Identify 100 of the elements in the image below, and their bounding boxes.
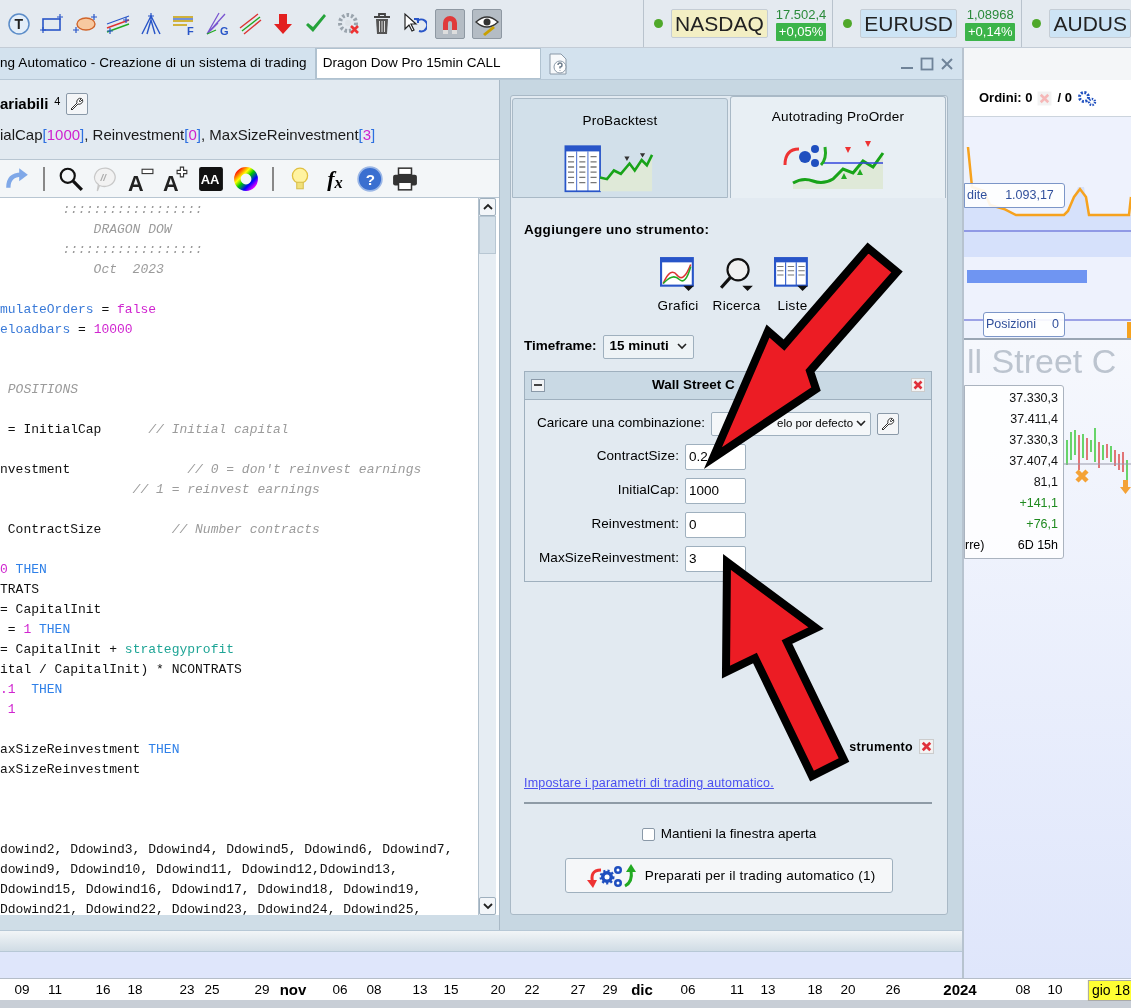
exit-marker-icon xyxy=(1074,468,1090,484)
pitchfork-icon[interactable] xyxy=(139,11,163,36)
window-tab[interactable]: ng Automatico - Creazione di un sistema di trading xyxy=(0,48,316,79)
orders-total: / 0 xyxy=(1057,89,1072,108)
toolbar-toggle-button[interactable] xyxy=(435,8,465,39)
timeframe-label: Timeframe: xyxy=(524,337,597,356)
panel-tab[interactable]: ProBacktest xyxy=(512,98,728,198)
collapse-button[interactable] xyxy=(531,378,545,392)
settings-link[interactable]: Impostare i parametri di trading automatico. xyxy=(524,774,774,793)
text-tool-icon[interactable]: T xyxy=(7,11,31,36)
axis-label: 13 xyxy=(412,981,428,999)
ticker-symbol[interactable]: NASDAQ xyxy=(671,9,768,38)
axis-label: 29 xyxy=(602,981,618,999)
minus-icon xyxy=(534,384,542,386)
rectangle-tool-icon[interactable] xyxy=(40,11,64,36)
axis-label: 25 xyxy=(204,981,220,999)
code-line: :::::::::::::::::: xyxy=(61,241,203,259)
code-line: dowind2, Ddowind3, Ddowind4, Ddowind5, Ddowind6, Ddowind7, xyxy=(0,841,453,859)
down-arrow-icon[interactable] xyxy=(271,11,295,36)
ticker-price: 17.502,4 xyxy=(775,6,827,22)
info-value: 37.411,4 xyxy=(1010,411,1058,428)
ticker-change: +0,14% xyxy=(965,22,1016,41)
axis-label: 22 xyxy=(524,981,540,999)
code-line: 1 xyxy=(6,701,16,719)
axis-label: 20 xyxy=(490,981,506,999)
down-arrow-icon xyxy=(1120,480,1131,494)
code-line: Ddowind21, Ddowind22, Ddowind23, Ddowind24, Ddowind25, xyxy=(0,901,422,915)
formula-icon[interactable]: f$_{x}$ xyxy=(322,165,348,192)
wrench-icon xyxy=(69,96,86,113)
parameter-field[interactable]: 1000 xyxy=(685,477,746,504)
maximize-icon[interactable] xyxy=(920,56,934,71)
toolbar-toggle-button[interactable] xyxy=(472,8,502,39)
help-icon[interactable]: ? xyxy=(357,165,383,192)
positions-value: 0 xyxy=(1052,316,1059,334)
checkbox[interactable] xyxy=(641,827,655,841)
wrench-button[interactable] xyxy=(877,412,900,435)
axis-label: 23 xyxy=(179,981,195,999)
color-wheel-icon[interactable] xyxy=(233,165,259,192)
axis-label: 11 xyxy=(730,981,744,999)
search-icon xyxy=(718,256,755,293)
instrument-source-button[interactable]: Ricerca xyxy=(712,256,761,317)
code-line: eloadbars = 10000 xyxy=(0,321,133,339)
info-value: 81,1 xyxy=(1033,474,1058,491)
ticker-symbol[interactable]: EURUSD xyxy=(860,9,958,38)
print-icon[interactable] xyxy=(392,165,418,192)
info-value: +76,1 xyxy=(1026,516,1058,533)
parameter-label: ContractSize: xyxy=(595,447,679,466)
code-line: 0 THEN xyxy=(0,561,47,579)
variables-title: ariabili xyxy=(0,94,49,114)
ticker-symbol[interactable]: AUDUS xyxy=(1049,9,1131,38)
remove-icon[interactable] xyxy=(911,378,925,392)
scroll-up-icon[interactable] xyxy=(482,203,493,211)
code-line: :::::::::::::::::: xyxy=(61,201,203,219)
info-value: 37.330,3 xyxy=(1009,390,1058,407)
wrench-button[interactable] xyxy=(66,93,89,116)
search-icon[interactable] xyxy=(58,165,84,192)
instrument-source-button[interactable]: Grafici xyxy=(657,256,699,317)
parameter-label: InitialCap: xyxy=(616,481,679,500)
chart-window-icon xyxy=(660,256,697,293)
axis-label: nov xyxy=(279,980,307,999)
code-line: = CapitalInit + strategyprofit xyxy=(0,641,235,659)
scrollbar[interactable] xyxy=(478,198,496,915)
remove-icon[interactable] xyxy=(919,739,934,755)
remove-instrument-label: strumento xyxy=(849,738,913,756)
scroll-down-icon[interactable] xyxy=(482,902,493,910)
axis-label: 06 xyxy=(332,981,348,999)
axis-label: 15 xyxy=(443,981,459,999)
wrench-icon xyxy=(880,415,897,432)
font-style-icon[interactable]: AA xyxy=(198,165,224,192)
axis-label: 13 xyxy=(760,981,776,999)
code-line: = CapitalInit xyxy=(0,601,102,619)
gears-icon[interactable] xyxy=(1076,89,1097,107)
code-line: ital / CapitalInit) * NCONTRATS xyxy=(0,661,242,679)
window-tab[interactable]: Dragon Dow Pro 15min CALL xyxy=(315,48,541,79)
gear-remove-icon[interactable] xyxy=(337,11,361,36)
dropdown-caret-icon xyxy=(856,420,867,427)
instrument-source-button[interactable]: Liste xyxy=(774,256,811,317)
parameter-field[interactable]: 0 xyxy=(685,511,746,538)
code-line: Ddowind15, Ddowind16, Ddowind17, Ddowind18, Ddowind19, xyxy=(0,881,422,899)
axis-label: 06 xyxy=(680,981,696,999)
equity-value: 1.093,17 xyxy=(1005,187,1054,205)
axis-label: 27 xyxy=(570,981,586,999)
axis-label: 11 xyxy=(48,981,62,999)
code-line: mulateOrders = false xyxy=(0,301,157,319)
table-icon xyxy=(774,256,811,293)
channel-tool-icon[interactable] xyxy=(238,11,262,36)
prepare-autotrading-button[interactable]: Preparati per il trading automatico (1) xyxy=(565,858,893,894)
timeframe-select[interactable]: 15 minuti xyxy=(602,334,694,359)
scrollbar-thumb[interactable] xyxy=(479,216,496,254)
panel-tab[interactable]: Autotrading ProOrder xyxy=(730,96,946,198)
ticker-change: +0,05% xyxy=(775,22,827,41)
code-line: axSizeReinvestment THEN xyxy=(0,741,180,759)
axis-label: 20 xyxy=(840,981,856,999)
close-icon[interactable] xyxy=(940,56,954,71)
info-label: rre) xyxy=(965,537,985,555)
axis-label: 08 xyxy=(366,981,382,999)
ticker-price: 1,08968 xyxy=(966,6,1014,22)
code-line: Oct 2023 xyxy=(92,261,164,279)
axis-label: 08 xyxy=(1015,981,1031,999)
ellipse-tool-icon[interactable] xyxy=(73,11,97,36)
